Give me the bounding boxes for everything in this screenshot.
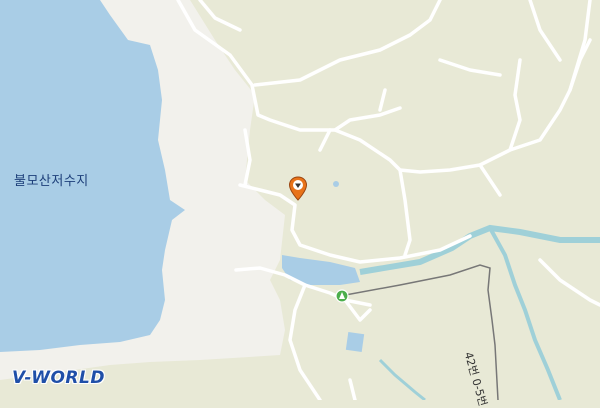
small-pond [345, 331, 365, 353]
reservoir-label: 불모산저수지 [14, 174, 89, 189]
brand-logo: V-WORLD [12, 368, 105, 388]
location-pin-shape [288, 176, 308, 201]
location-pin-icon[interactable] [288, 176, 308, 202]
park-icon[interactable] [335, 289, 349, 303]
pond-dot [333, 181, 339, 187]
